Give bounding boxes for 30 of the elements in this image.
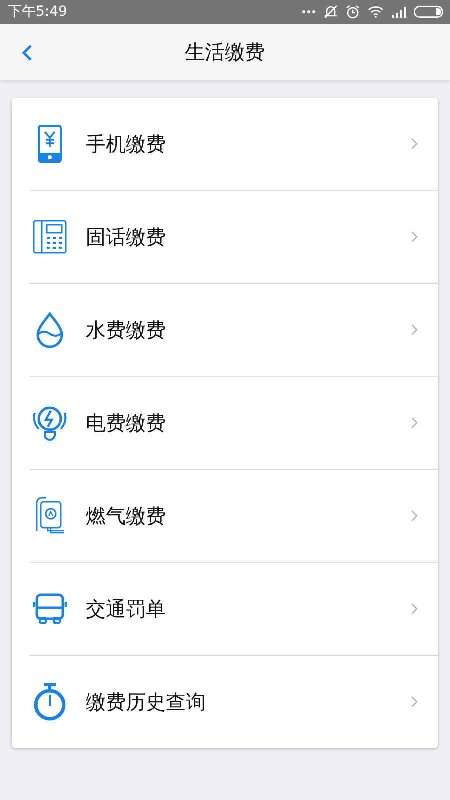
mute-bell-icon: [324, 5, 338, 19]
lightbulb-icon: [31, 404, 69, 442]
battery-icon: [414, 6, 444, 18]
page-title: 生活缴费: [185, 38, 265, 66]
chevron-icon: [411, 324, 418, 336]
telephone-icon: [33, 220, 67, 254]
list-item[interactable]: 交通罚单: [30, 562, 438, 655]
chevron-icon: [411, 138, 418, 150]
chevron-icon: [411, 417, 418, 429]
list-item[interactable]: 电费缴费: [30, 376, 438, 469]
gas-meter-icon: [35, 497, 65, 535]
signal-icon: [392, 6, 406, 18]
list-item[interactable]: 手机缴费: [30, 98, 438, 190]
chevron-icon: [411, 696, 418, 708]
water-drop-icon: [36, 312, 64, 348]
stopwatch-icon: [33, 683, 67, 721]
list-item[interactable]: 固话缴费: [30, 190, 438, 283]
chevron-icon: [411, 603, 418, 615]
chevron-icon: [411, 231, 418, 243]
alarm-icon: [346, 5, 360, 19]
bus-icon: [33, 593, 67, 625]
wifi-icon: [368, 6, 384, 18]
list-item[interactable]: 燃气缴费: [30, 469, 438, 562]
status-time: 下午5:49: [8, 3, 68, 21]
chevron-icon: [411, 510, 418, 522]
list-item[interactable]: 缴费历史查询: [30, 655, 438, 748]
back-icon: [20, 44, 34, 62]
list-item[interactable]: 水费缴费: [30, 283, 438, 376]
more-icon: [302, 10, 316, 14]
phone-icon: [38, 125, 62, 163]
